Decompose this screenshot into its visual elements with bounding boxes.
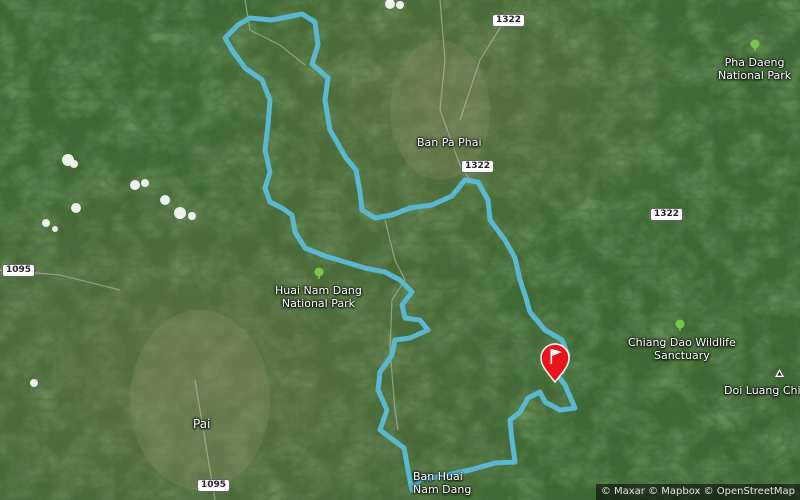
road-shield-1322: 1322 <box>650 208 684 221</box>
park-label-line: Pha Daeng <box>724 56 785 69</box>
place-label-line: Nam Dang <box>413 483 472 496</box>
park-label-line: Chiang Dao Wildlife <box>628 336 736 349</box>
route-layer <box>222 11 578 493</box>
park-label-line: National Park <box>718 69 792 82</box>
map-attribution[interactable]: © Maxar © Mapbox © OpenStreetMap <box>595 484 800 500</box>
place-label-doi-luang-chiang-dao: Doi Luang Chia <box>724 384 800 397</box>
park-label-line: Huai Nam Dang <box>275 284 362 297</box>
park-label-line: National Park <box>281 297 355 310</box>
road-shield-1322: 1322 <box>461 160 495 173</box>
place-label-ban-pa-phai: Ban Pa Phai <box>417 136 482 149</box>
tree-icon <box>314 267 324 279</box>
mountain-peak-icon <box>775 369 784 377</box>
park-label-huai-nam-dang: Huai Nam Dang National Park <box>275 284 362 310</box>
map-view[interactable]: Ban Pa Phai Pai Ban Huai Nam Dang Doi Lu… <box>0 0 800 500</box>
route-track[interactable] <box>222 11 578 493</box>
road-shield-1322: 1322 <box>492 14 526 27</box>
place-label-line: Ban Huai <box>413 470 463 483</box>
place-label-ban-huai-nam-dang: Ban Huai Nam Dang <box>413 470 471 496</box>
park-label-line: Sanctuary <box>654 349 710 362</box>
road-shield-1095: 1095 <box>2 264 36 277</box>
park-label-chiang-dao: Chiang Dao Wildlife Sanctuary <box>628 336 736 362</box>
place-label-pai: Pai <box>193 417 211 431</box>
park-label-pha-daeng: Pha Daeng National Park <box>718 56 791 82</box>
road-shield-1095: 1095 <box>197 479 231 492</box>
tree-icon <box>750 39 760 51</box>
tree-icon <box>675 319 685 331</box>
